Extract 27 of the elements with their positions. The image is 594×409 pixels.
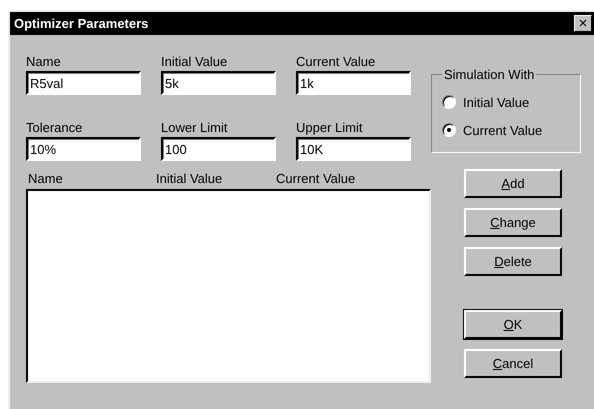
field-label: Current Value [296, 54, 376, 69]
radio-button[interactable] [442, 95, 456, 109]
radio-button[interactable] [442, 123, 456, 137]
dialog-button[interactable]: Add [464, 169, 562, 198]
dialog-button[interactable]: Change [464, 208, 562, 237]
radio-label: Initial Value [463, 94, 530, 110]
field-label: Upper Limit [296, 120, 364, 135]
dialog-button[interactable]: OK [464, 310, 562, 339]
input-field[interactable]: 10% [26, 137, 141, 161]
input-field[interactable]: 10K [296, 137, 411, 161]
field-label: Name [26, 54, 62, 69]
input-field[interactable]: R5val [26, 71, 141, 95]
radio-label: Current Value [463, 122, 542, 138]
input-field[interactable]: 100 [161, 137, 276, 161]
input-field[interactable]: 1k [296, 71, 411, 95]
field-label: Tolerance [26, 120, 84, 135]
field-label: Lower Limit [161, 120, 228, 135]
dialog-button[interactable]: Cancel [464, 349, 562, 378]
close-button[interactable]: × [574, 15, 592, 32]
column-header: Current Value [276, 171, 356, 186]
column-header: Initial Value [156, 171, 222, 186]
window-title: Optimizer Parameters [14, 16, 148, 31]
input-field[interactable]: 5k [161, 71, 276, 95]
column-header: Name [28, 171, 63, 186]
dialog-button[interactable]: Delete [464, 247, 562, 276]
field-label: Initial Value [161, 54, 228, 69]
group-title: Simulation With [443, 67, 536, 82]
